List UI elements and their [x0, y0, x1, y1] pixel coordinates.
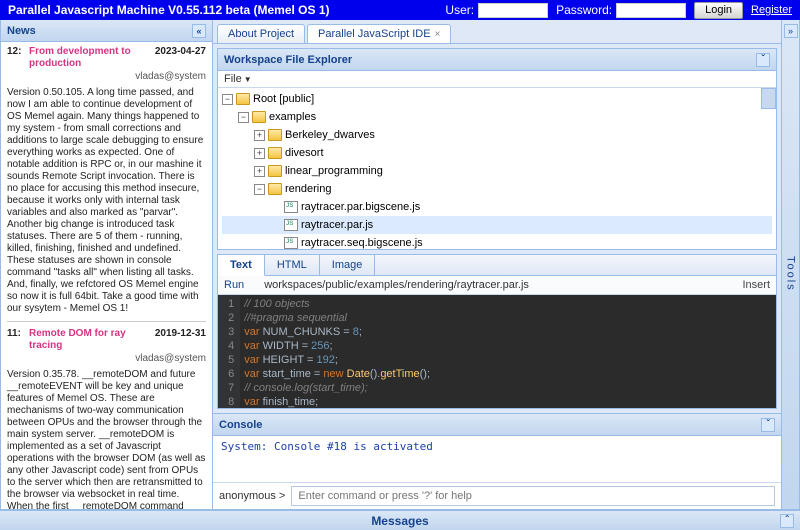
- editor-tab-text[interactable]: Text: [218, 255, 265, 276]
- tree-file[interactable]: raytracer.par.js: [222, 216, 772, 234]
- tree-label: raytracer.par.js: [301, 219, 373, 231]
- explorer-collapse-button[interactable]: ˇ: [756, 53, 770, 67]
- tree-scrollbar[interactable]: [761, 88, 776, 109]
- news-title[interactable]: Remote DOM for ray tracing: [29, 328, 155, 352]
- tree-label: linear_programming: [285, 165, 383, 177]
- file-path: workspaces/public/examples/rendering/ray…: [264, 279, 742, 291]
- file-icon: [284, 201, 298, 213]
- editor-panel: TextHTMLImage Run workspaces/public/exam…: [217, 254, 777, 409]
- dropdown-icon: ▼: [244, 75, 252, 84]
- user-input[interactable]: [478, 3, 548, 18]
- messages-label: Messages: [371, 514, 428, 528]
- file-icon: [284, 219, 298, 231]
- folder-icon: [268, 129, 282, 141]
- folder-icon: [268, 165, 282, 177]
- close-icon[interactable]: ×: [435, 29, 441, 40]
- console-collapse-button[interactable]: ˇ: [761, 418, 775, 432]
- messages-bar[interactable]: Messages ˆ: [0, 510, 800, 530]
- folder-icon: [268, 183, 282, 195]
- folder-icon: [268, 147, 282, 159]
- tree-label: raytracer.seq.bigscene.js: [301, 237, 423, 249]
- file-icon: [284, 237, 298, 249]
- tree-file[interactable]: raytracer.seq.bigscene.js: [222, 234, 772, 249]
- tree-label: rendering: [285, 183, 331, 195]
- folder-icon: [252, 111, 266, 123]
- tree-label: Root [public]: [253, 93, 314, 105]
- news-body: 12:From development to production2023-04…: [1, 42, 212, 509]
- password-input[interactable]: [616, 3, 686, 18]
- file-explorer-panel: Workspace File Explorer ˇ File ▼ −Root […: [217, 48, 777, 250]
- user-label: User:: [445, 3, 474, 17]
- tree-folder[interactable]: + divesort: [222, 144, 772, 162]
- tree-folder[interactable]: − rendering: [222, 180, 772, 198]
- tree-toggle-icon[interactable]: +: [254, 166, 265, 177]
- console-output: System: Console #18 is activated: [213, 436, 781, 482]
- news-title[interactable]: From development to production: [29, 46, 155, 70]
- editor-tab-image[interactable]: Image: [320, 255, 376, 275]
- news-item: 11:Remote DOM for ray tracing2019-12-31v…: [7, 328, 206, 509]
- news-item: 12:From development to production2023-04…: [7, 46, 206, 322]
- tree-toggle-icon[interactable]: +: [254, 148, 265, 159]
- tree-folder[interactable]: + Berkeley_dwarves: [222, 126, 772, 144]
- console-panel: Console ˇ System: Console #18 is activat…: [213, 413, 781, 509]
- tree-toggle-icon[interactable]: −: [238, 112, 249, 123]
- tools-label: Tools: [785, 256, 797, 292]
- tree-folder[interactable]: − Root [public]: [222, 90, 772, 108]
- register-link[interactable]: Register: [751, 4, 792, 16]
- explorer-header: Workspace File Explorer: [224, 54, 352, 66]
- editor-tab-html[interactable]: HTML: [265, 255, 320, 275]
- center-tabs: About ProjectParallel JavaScript IDE×: [213, 20, 781, 44]
- folder-icon: [236, 93, 250, 105]
- tree-file[interactable]: raytracer.par.bigscene.js: [222, 198, 772, 216]
- file-tree: −Root [public]−examples+Berkeley_dwarves…: [218, 88, 776, 249]
- tools-expand-button[interactable]: »: [784, 24, 798, 38]
- file-menu[interactable]: File ▼: [218, 71, 776, 88]
- run-button[interactable]: Run: [224, 279, 244, 291]
- news-collapse-button[interactable]: «: [192, 24, 206, 38]
- tree-folder[interactable]: − examples: [222, 108, 772, 126]
- tree-label: examples: [269, 111, 316, 123]
- console-header: Console: [219, 419, 262, 431]
- messages-expand-button[interactable]: ˆ: [780, 514, 794, 528]
- tree-label: raytracer.par.bigscene.js: [301, 201, 420, 213]
- app-title: Parallel Javascript Machine V0.55.112 be…: [8, 3, 330, 17]
- insert-mode: Insert: [742, 279, 770, 291]
- tree-toggle-icon[interactable]: +: [254, 130, 265, 141]
- code-editor[interactable]: 1234567891011 // 100 objects //#pragma s…: [218, 295, 776, 408]
- tab-parallel-javascript-ide[interactable]: Parallel JavaScript IDE×: [307, 24, 451, 43]
- editor-tabs: TextHTMLImage: [218, 255, 776, 276]
- tree-folder[interactable]: + linear_programming: [222, 162, 772, 180]
- news-panel: News « 12:From development to production…: [1, 20, 213, 509]
- news-header: News: [7, 25, 36, 37]
- tree-toggle-icon[interactable]: −: [222, 94, 233, 105]
- password-label: Password:: [556, 3, 612, 17]
- tree-label: divesort: [285, 147, 324, 159]
- console-prompt-label: anonymous >: [219, 490, 285, 502]
- tree-label: Berkeley_dwarves: [285, 129, 375, 141]
- top-bar: Parallel Javascript Machine V0.55.112 be…: [0, 0, 800, 20]
- tools-panel-collapsed[interactable]: » Tools: [781, 20, 799, 509]
- login-button[interactable]: Login: [694, 2, 743, 19]
- tree-toggle-icon[interactable]: −: [254, 184, 265, 195]
- tab-about-project[interactable]: About Project: [217, 24, 305, 43]
- console-input[interactable]: [291, 486, 775, 506]
